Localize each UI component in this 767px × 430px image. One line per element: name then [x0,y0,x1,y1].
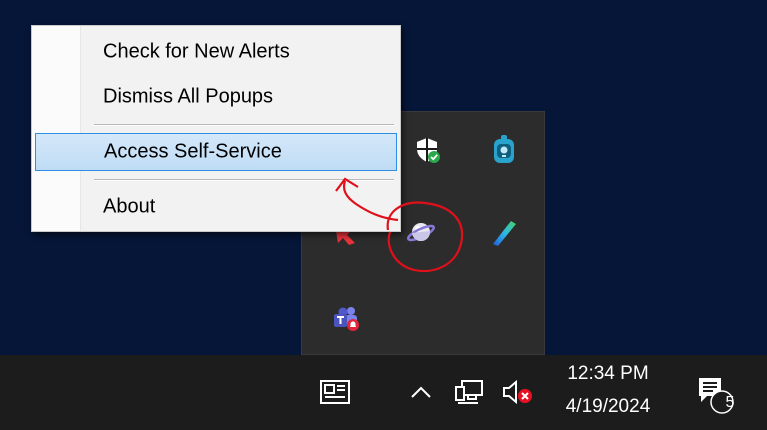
menu-item-label: Dismiss All Popups [103,85,274,108]
taskbar-clock[interactable]: 12:34 PM 4/19/2024 [548,355,668,430]
volume-muted-icon[interactable] [500,377,536,407]
notification-count-badge: 5 [725,394,735,411]
bluetooth-pad-icon[interactable] [488,134,520,166]
menu-item-label: Access Self-Service [104,140,282,163]
menu-item-access-self-service[interactable]: Access Self-Service [35,133,397,171]
menu-separator [94,124,394,126]
stylus-app-icon[interactable] [488,216,520,248]
chevron-up-icon[interactable] [408,379,434,405]
notification-center-button[interactable]: 5 [692,373,740,417]
menu-separator [94,179,394,181]
taskbar: 12:34 PM 4/19/2024 5 [0,355,767,430]
planet-app-icon[interactable] [405,216,437,248]
menu-item-label: About [103,195,156,218]
menu-item-dismiss-popups[interactable]: Dismiss All Popups [35,78,397,116]
menu-item-about[interactable]: About [35,188,397,226]
network-icon[interactable] [452,377,486,407]
desktop: Check for New Alerts Dismiss All Popups … [0,0,767,430]
menu-item-check-alerts[interactable]: Check for New Alerts [35,33,397,71]
clock-date: 4/19/2024 [565,396,651,417]
tray-context-menu: Check for New Alerts Dismiss All Popups … [31,25,401,232]
menu-item-label: Check for New Alerts [103,40,290,63]
windows-security-icon[interactable] [411,134,443,166]
news-widget-icon[interactable] [318,377,352,407]
clock-time: 12:34 PM [567,363,649,384]
teams-icon[interactable] [330,302,362,334]
